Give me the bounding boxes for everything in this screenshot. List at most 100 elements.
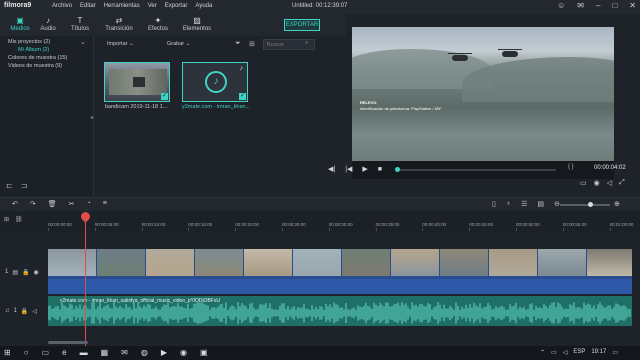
chevron-down-icon[interactable]: ⌄ xyxy=(80,38,86,46)
minimize-icon[interactable]: – xyxy=(596,1,600,10)
preview-seek-bar[interactable] xyxy=(396,169,556,171)
media-thumbnail-audio[interactable]: ♪ ♪ ✓ xyxy=(182,62,248,102)
speaker-icon[interactable]: ◁ xyxy=(32,308,37,315)
mail-icon[interactable]: ✉ xyxy=(121,348,128,357)
menu-archivo[interactable]: Archivo xyxy=(52,3,72,9)
video-clip-frame xyxy=(146,249,194,276)
mixer-icon[interactable]: ☰ xyxy=(521,200,527,208)
play-icon[interactable]: ▶ xyxy=(362,165,367,173)
folder-icon[interactable]: ⊐ xyxy=(21,181,28,190)
add-track-icon[interactable]: ⊞ xyxy=(4,216,9,223)
fullscreen-icon[interactable]: ⤢ xyxy=(619,179,625,187)
prev-frame-icon[interactable]: |◀ xyxy=(345,165,352,173)
notification-icon[interactable]: ▭ xyxy=(612,349,618,356)
eye-icon[interactable]: ◉ xyxy=(34,269,39,276)
ruler-tick xyxy=(188,228,190,231)
mail-icon[interactable]: ✉ xyxy=(577,1,584,10)
record-icon[interactable]: ◉ xyxy=(180,348,187,357)
ruler-tick xyxy=(48,228,49,231)
stop-icon[interactable]: ■ xyxy=(378,166,382,173)
undo-icon[interactable]: ↶ xyxy=(12,200,18,208)
filmora-icon[interactable]: ▣ xyxy=(200,348,208,357)
chrome-icon[interactable]: ◍ xyxy=(141,348,148,357)
step-back-icon[interactable]: ◀| xyxy=(328,165,335,173)
grid-view-icon[interactable]: ⊞ xyxy=(249,40,255,48)
playhead-line[interactable] xyxy=(85,214,86,346)
volume-icon[interactable]: ◁ xyxy=(607,179,612,187)
video-clip[interactable] xyxy=(48,249,632,279)
title-bar: filmora9 Archivo Editar Herramientas Ver… xyxy=(0,0,640,14)
new-folder-icon[interactable]: ⊏ xyxy=(6,181,13,190)
sidebar-item-mi-album[interactable]: Mi Álbum (2) xyxy=(18,47,49,53)
media-icon[interactable]: ▶ xyxy=(161,348,167,357)
video-clip-audio-bar[interactable] xyxy=(48,279,632,294)
tab-transicion[interactable]: ⇄ Transición xyxy=(101,16,137,32)
collapse-sidebar-icon[interactable]: ◂ xyxy=(90,114,93,121)
sidebar-item-mis-proyectos[interactable]: Mis proyectos (2) xyxy=(8,39,50,45)
lock-icon[interactable]: 🔒 xyxy=(22,269,29,276)
windows-start-icon[interactable]: ⊞ xyxy=(4,348,11,357)
zoom-slider[interactable] xyxy=(560,204,610,206)
sidebar-item-videos[interactable]: Videos de muestra (9) xyxy=(8,63,62,69)
edge-icon[interactable]: e xyxy=(62,348,66,357)
tab-audio[interactable]: ♪ Audio xyxy=(30,16,66,32)
cut-icon[interactable]: ✂ xyxy=(69,200,75,208)
menu-herramientas[interactable]: Herramientas xyxy=(104,3,140,9)
menu-editar[interactable]: Editar xyxy=(80,3,96,9)
media-thumbnail-video[interactable]: ✓ xyxy=(104,62,170,102)
effects-icon: ✦ xyxy=(154,16,162,25)
sidebar-item-colores[interactable]: Colores de muestra (15) xyxy=(8,55,67,61)
playback-controls: ◀| |◀ ▶ ■ xyxy=(328,165,382,174)
tab-elementos[interactable]: ▨ Elementos xyxy=(179,16,215,32)
folder-icon[interactable]: ▬ xyxy=(80,348,88,357)
screen-icon[interactable]: ▭ xyxy=(580,179,587,187)
language-indicator[interactable]: ESP xyxy=(573,349,585,356)
menu-exportar[interactable]: Exportar xyxy=(165,3,188,9)
tab-label: Medios xyxy=(10,26,30,32)
close-icon[interactable]: ✕ xyxy=(629,1,636,10)
window-controls: ☺ ✉ – □ ✕ xyxy=(557,1,636,10)
filter-icon[interactable]: ⏷ xyxy=(235,40,241,48)
task-view-icon[interactable]: ▭ xyxy=(42,348,50,357)
media-label-video: bandicam 2019-11-18 1... xyxy=(105,104,168,110)
delete-icon[interactable]: 🗑 xyxy=(48,200,57,208)
redo-icon[interactable]: ↷ xyxy=(30,200,36,208)
camera-icon[interactable]: ◉ xyxy=(594,179,600,187)
search-icon[interactable]: ⌕ xyxy=(305,40,308,47)
chevron-up-icon[interactable]: ⌃ xyxy=(540,349,545,356)
video-clip-frame xyxy=(244,249,292,276)
adjust-icon[interactable]: ≡ xyxy=(103,200,107,208)
clock[interactable]: 19:17 xyxy=(591,349,606,356)
export-button[interactable]: EXPORTAR xyxy=(284,19,320,31)
video-preview[interactable]: RELEVO Identificación de plataforma: Pla… xyxy=(352,27,614,161)
account-icon[interactable]: ☺ xyxy=(557,1,565,10)
zoom-out-icon[interactable]: ⊖ xyxy=(554,200,560,208)
menu-ver[interactable]: Ver xyxy=(148,3,157,9)
volume-icon[interactable]: ◁ xyxy=(563,349,568,356)
zoom-slider-handle[interactable] xyxy=(588,202,593,207)
maximize-icon[interactable]: □ xyxy=(612,1,617,10)
helicopter-shape xyxy=(498,49,522,57)
tab-efectos[interactable]: ✦ Efectos xyxy=(140,16,176,32)
speed-icon[interactable]: ◔ xyxy=(87,200,91,208)
mic-icon[interactable]: ♁ xyxy=(506,200,511,208)
timeline-scrollbar[interactable] xyxy=(48,341,88,344)
audio-track-number: 1 xyxy=(13,308,17,314)
tab-titulos[interactable]: T Títulos xyxy=(62,16,98,32)
zoom-in-icon[interactable]: ⊕ xyxy=(614,200,620,208)
network-icon[interactable]: ▭ xyxy=(551,349,557,356)
lock-icon[interactable]: 🔒 xyxy=(21,308,28,315)
seek-handle[interactable] xyxy=(395,167,400,172)
record-dropdown[interactable]: Grabar ⌄ xyxy=(167,41,190,47)
link-icon[interactable]: ⛓ xyxy=(15,216,23,223)
store-icon[interactable]: ▦ xyxy=(101,348,109,357)
import-dropdown[interactable]: Importar ⌄ xyxy=(107,41,134,47)
image-icon: ▨ xyxy=(193,16,201,25)
search-icon[interactable]: ○ xyxy=(24,348,29,357)
music-icon: ♪ xyxy=(205,71,227,93)
render-icon[interactable]: ▯ xyxy=(492,200,496,208)
voiceover-icon[interactable]: ▤ xyxy=(537,200,544,208)
menu-ayuda[interactable]: Ayuda xyxy=(195,3,212,9)
mark-in-out-icon[interactable]: { } xyxy=(568,164,574,170)
audio-track-controls: ♫ 1 🔒 ◁ xyxy=(5,308,37,315)
